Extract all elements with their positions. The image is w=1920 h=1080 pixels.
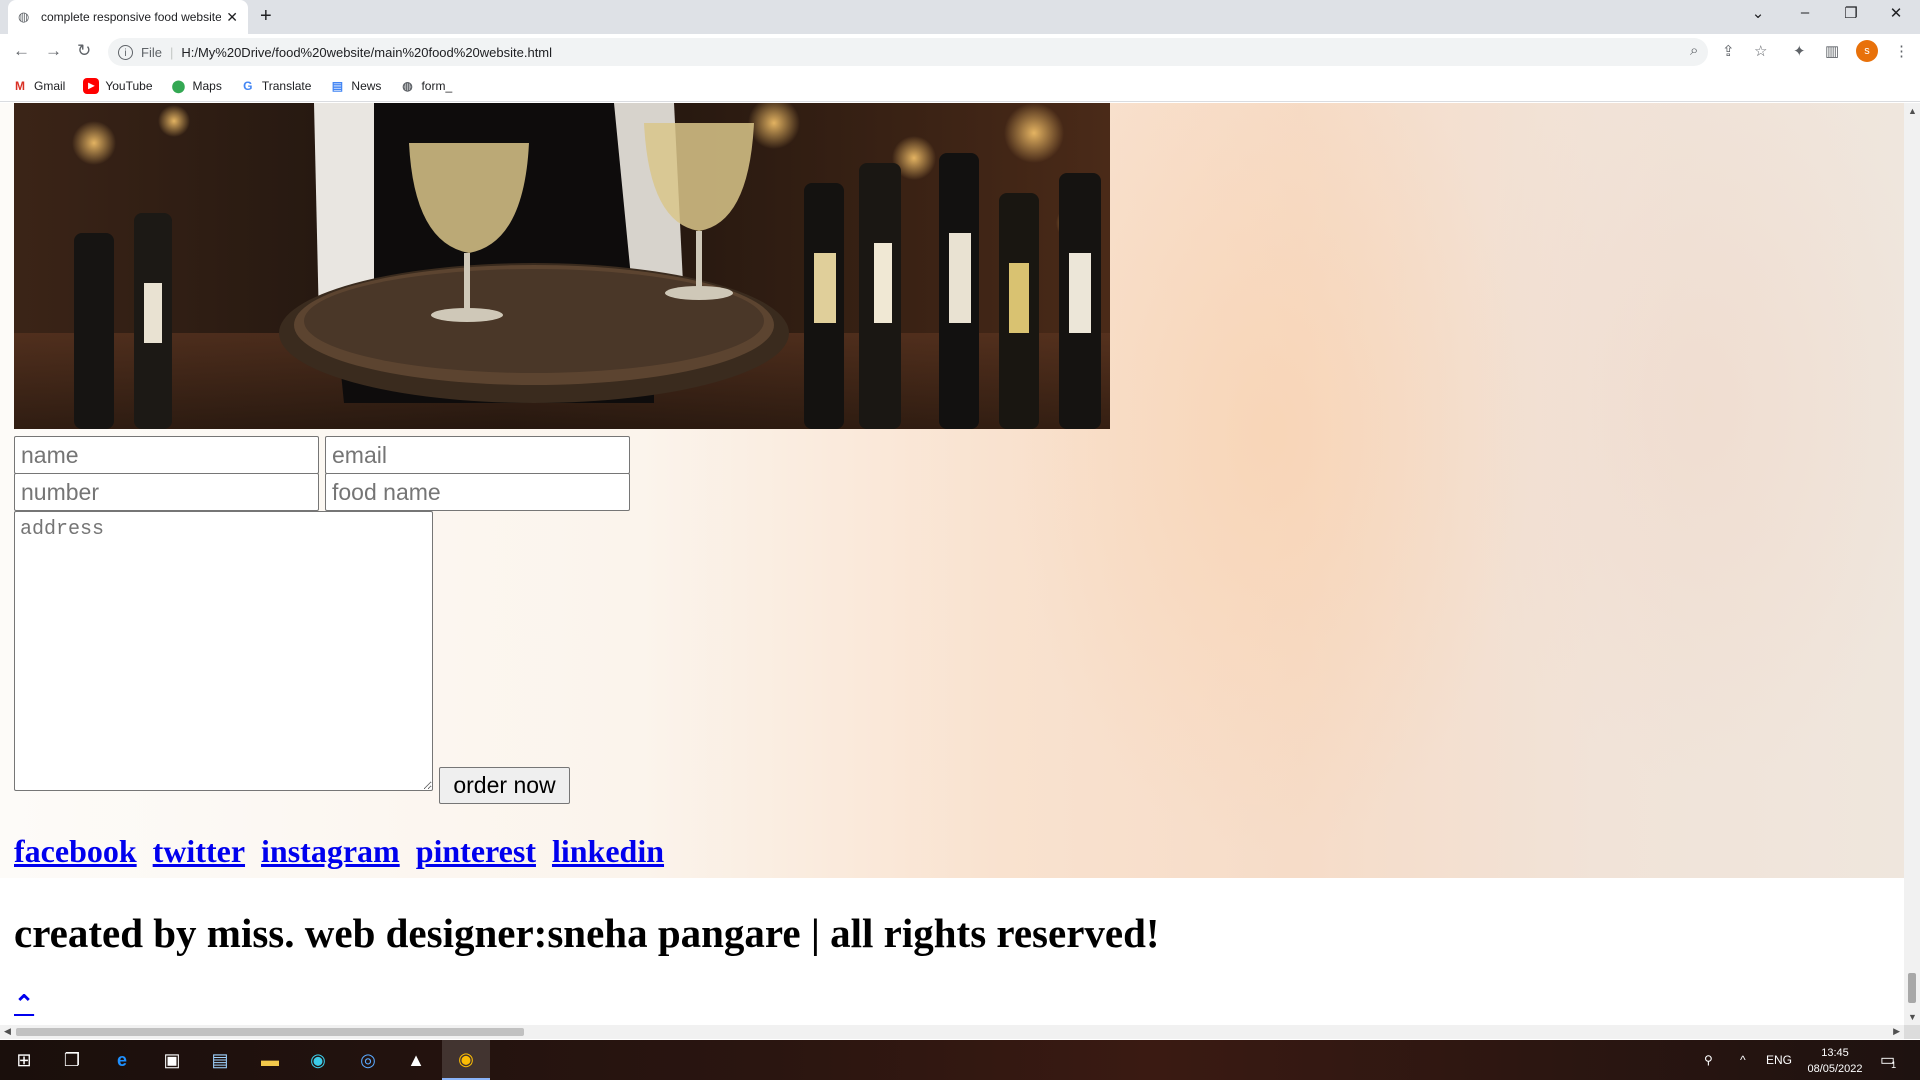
social-links: facebook twitter instagram pinterest lin…	[14, 833, 672, 870]
order-now-button[interactable]: order now	[439, 767, 570, 804]
news-icon: ▤	[331, 78, 344, 93]
email-input[interactable]	[325, 436, 630, 474]
internet-explorer-icon[interactable]: e	[98, 1040, 146, 1080]
side-panel-icon[interactable]: ▥	[1825, 42, 1839, 60]
profile-avatar[interactable]: s	[1856, 40, 1878, 62]
notification-center-icon[interactable]: ▭ 1	[1880, 1040, 1896, 1080]
bookmark-form[interactable]: ◍ form_	[399, 78, 452, 94]
horizontal-scroll-thumb[interactable]	[16, 1028, 524, 1036]
notepad-icon[interactable]: ▤	[196, 1040, 244, 1080]
photos-icon[interactable]: ▲	[392, 1040, 440, 1080]
language-indicator[interactable]: ENG	[1766, 1040, 1792, 1080]
bookmark-news[interactable]: ▤ News	[329, 78, 382, 94]
scrollbar-corner	[1904, 1025, 1920, 1039]
reload-icon[interactable]: ↻	[77, 41, 91, 61]
bookmark-label: News	[351, 78, 382, 93]
youtube-icon: ▶	[83, 77, 100, 94]
browser-tab[interactable]: ◍ complete responsive food website ✕	[8, 0, 248, 34]
clock-time: 13:45	[1821, 1047, 1849, 1059]
vertical-scrollbar[interactable]: ▲ ▼	[1904, 103, 1920, 1025]
horizontal-scrollbar[interactable]: ◀ ▶	[0, 1025, 1904, 1039]
browser-tabstrip: ◍ complete responsive food website ✕ + ⌄…	[0, 0, 1920, 34]
food-name-input[interactable]	[325, 473, 630, 511]
globe-icon: ◍	[18, 9, 30, 24]
close-window-button[interactable]: ✕	[1876, 4, 1916, 22]
bookmark-maps[interactable]: ⬤ Maps	[171, 78, 222, 94]
facebook-link[interactable]: facebook	[14, 833, 137, 869]
bookmark-label: Translate	[261, 78, 312, 93]
pinterest-link[interactable]: pinterest	[416, 833, 536, 869]
name-input[interactable]	[14, 436, 319, 474]
instagram-link[interactable]: instagram	[261, 833, 400, 869]
edge-icon[interactable]: ◉	[294, 1040, 342, 1080]
menu-kebab-icon[interactable]: ⋮	[1894, 42, 1909, 60]
footer-credit: created by miss. web designer:sneha pang…	[14, 910, 1160, 956]
task-view-icon[interactable]: ❐	[48, 1040, 96, 1080]
clock-date: 08/05/2022	[1807, 1063, 1863, 1075]
url-text[interactable]: H:/My%20Drive/food%20website/main%20food…	[181, 45, 552, 60]
number-input[interactable]	[14, 473, 319, 511]
scroll-left-icon[interactable]: ◀	[4, 1026, 11, 1037]
extensions-icon[interactable]: ✦	[1793, 42, 1806, 60]
store-icon[interactable]: ▣	[148, 1040, 196, 1080]
new-tab-button[interactable]: +	[260, 5, 272, 28]
tab-search-icon[interactable]: ⌄	[1738, 4, 1778, 22]
page-viewport: order now facebook twitter instagram pin…	[0, 103, 1904, 1025]
taskbar-clock[interactable]: 13:45 08/05/2022	[1800, 1045, 1870, 1077]
chrome-icon[interactable]: ◉	[442, 1040, 490, 1080]
restaurant-photo	[14, 103, 1110, 429]
translate-icon: G	[243, 78, 253, 93]
bookmark-label: form_	[421, 78, 453, 93]
back-arrow-icon[interactable]: ←	[13, 41, 30, 61]
windows-taskbar: ⊞ ❐ e ▣ ▤ ▬ ◉ ◎ ▲ ◉ ⚲ ^ ENG 13:45 08/05/…	[0, 1040, 1920, 1080]
safari-icon[interactable]: ◎	[344, 1040, 392, 1080]
share-icon[interactable]: ⇪	[1722, 42, 1735, 60]
scroll-down-icon[interactable]: ▼	[1908, 1012, 1917, 1022]
back-to-top-icon[interactable]: ⌃	[14, 990, 34, 1019]
bookmark-star-icon[interactable]: ☆	[1754, 42, 1767, 60]
minimize-button[interactable]: –	[1785, 4, 1825, 21]
bookmark-gmail[interactable]: M Gmail	[12, 78, 65, 94]
bookmark-label: YouTube	[105, 78, 153, 93]
bookmark-translate[interactable]: G Translate	[240, 78, 312, 94]
url-separator: |	[169, 44, 174, 60]
close-tab-icon[interactable]: ✕	[226, 9, 238, 26]
linkedin-link[interactable]: linkedin	[552, 833, 664, 869]
site-info-icon[interactable]: i	[118, 44, 133, 60]
file-explorer-icon[interactable]: ▬	[246, 1040, 294, 1080]
show-hidden-icons-chevron-icon[interactable]: ^	[1740, 1040, 1746, 1080]
windows-start-icon[interactable]: ⊞	[0, 1040, 48, 1080]
globe-icon: ◍	[402, 78, 413, 93]
bookmark-label: Maps	[192, 78, 222, 93]
restore-button[interactable]: ❐	[1831, 4, 1871, 22]
bookmarks-bar: M Gmail ▶ YouTube ⬤ Maps G Translate ▤ N…	[0, 70, 1920, 102]
maps-icon: ⬤	[171, 78, 186, 93]
scroll-up-icon[interactable]: ▲	[1908, 106, 1917, 116]
address-bar[interactable]: i File | H:/My%20Drive/food%20website/ma…	[108, 38, 1708, 66]
people-icon[interactable]: ⚲	[1704, 1040, 1713, 1080]
bookmark-label: Gmail	[34, 78, 66, 93]
address-textarea[interactable]	[14, 511, 433, 791]
twitter-link[interactable]: twitter	[153, 833, 245, 869]
notification-count: 1	[1891, 1060, 1897, 1070]
zoom-icon[interactable]: ⌕	[1690, 42, 1698, 59]
bookmark-youtube[interactable]: ▶ YouTube	[83, 77, 153, 94]
browser-toolbar: ← → ↻ i File | H:/My%20Drive/food%20webs…	[0, 34, 1920, 70]
vertical-scroll-thumb[interactable]	[1908, 973, 1916, 1003]
gmail-icon: M	[15, 78, 25, 93]
scroll-right-icon[interactable]: ▶	[1893, 1026, 1900, 1037]
tab-title: complete responsive food website	[41, 10, 221, 24]
forward-arrow-icon[interactable]: →	[45, 41, 62, 61]
url-scheme: File	[141, 44, 162, 60]
